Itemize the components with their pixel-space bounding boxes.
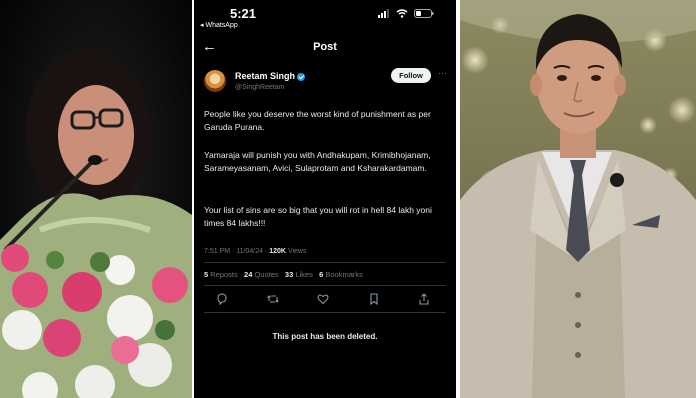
tweet-screenshot: 5:21 ◂ WhatsApp ← Post Reetam Singh @Sin… <box>194 0 456 398</box>
verified-badge-icon <box>297 72 306 81</box>
author-name-text: Reetam Singh <box>235 71 296 81</box>
left-photo-woman-speaking <box>0 0 192 398</box>
post-metadata: 7:51 PM · 11/04/24 · 120K Views <box>204 248 306 255</box>
divider <box>204 285 446 286</box>
post-header: ← Post <box>194 38 456 58</box>
likes-stat[interactable]: 33 Likes <box>285 270 313 279</box>
post-text-paragraph: People like you deserve the worst kind o… <box>204 109 431 132</box>
more-icon[interactable]: ··· <box>438 68 447 78</box>
repost-icon[interactable] <box>266 293 279 305</box>
action-bar <box>216 293 430 305</box>
status-time: 5:21 <box>230 6 257 21</box>
page-title: Post <box>313 41 337 53</box>
share-icon[interactable] <box>418 293 430 305</box>
author-name[interactable]: Reetam Singh <box>235 71 306 81</box>
bookmark-icon[interactable] <box>368 293 380 305</box>
avatar[interactable] <box>204 70 226 92</box>
bookmarks-stat[interactable]: 6 Bookmarks <box>319 270 363 279</box>
signal-icon <box>378 9 389 18</box>
views-label: Views <box>285 248 307 255</box>
engagement-stats: 5 Reposts 24 Quotes 33 Likes 6 Bookmarks <box>204 270 363 279</box>
reply-icon[interactable] <box>216 293 228 305</box>
man-in-suit-illustration <box>460 0 696 398</box>
like-icon[interactable] <box>317 293 329 305</box>
status-icons <box>378 9 434 18</box>
deleted-post-notice: This post has been deleted. <box>272 332 378 341</box>
woman-at-podium-illustration <box>0 0 192 398</box>
post-text-paragraph: Your list of sins are so big that you wi… <box>204 205 432 228</box>
post-text-paragraph: Yamaraja will punish you with Andhakupam… <box>204 150 431 173</box>
quotes-stat[interactable]: 24 Quotes <box>244 270 279 279</box>
right-photo-man-in-suit <box>460 0 696 398</box>
divider <box>204 262 446 263</box>
author-handle[interactable]: @SinghReetam <box>235 84 285 91</box>
back-to-app-link[interactable]: ◂ WhatsApp <box>200 21 238 29</box>
wifi-icon <box>396 9 408 18</box>
views-count: 120K <box>269 248 286 255</box>
follow-button[interactable]: Follow <box>391 68 431 83</box>
divider <box>204 312 446 313</box>
reposts-stat[interactable]: 5 Reposts <box>204 270 238 279</box>
post-timestamp[interactable]: 7:51 PM · 11/04/24 · <box>204 248 269 255</box>
battery-icon <box>414 9 434 18</box>
